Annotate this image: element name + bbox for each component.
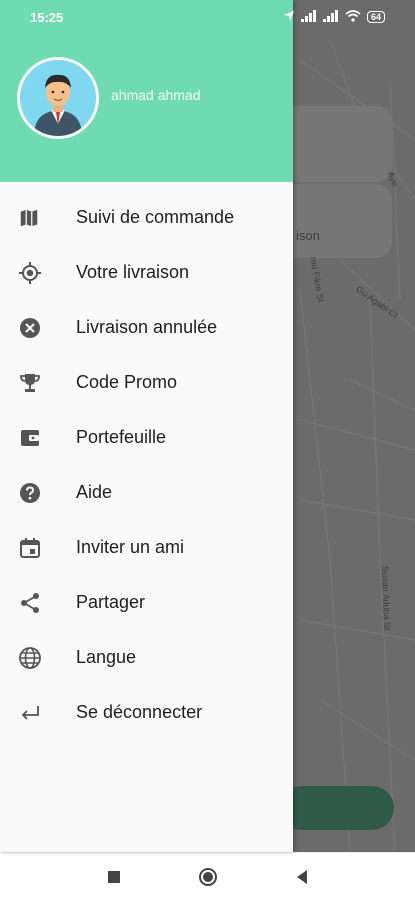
- menu-item-label: Code Promo: [76, 372, 178, 392]
- menu-item-label: Inviter un ami: [76, 537, 185, 557]
- menu-item-se-deconnecter[interactable]: Se déconnecter: [0, 685, 293, 740]
- battery-indicator: 64: [366, 11, 385, 23]
- recent-apps-icon[interactable]: [102, 865, 126, 889]
- cancel-circle-icon: [0, 316, 76, 340]
- logout-arrow-icon: [0, 701, 76, 725]
- menu-item-label: Votre livraison: [76, 262, 190, 282]
- status-time: 15:25: [30, 9, 64, 25]
- location-target-icon: [0, 261, 76, 285]
- menu-item-portefeuille[interactable]: Portefeuille: [0, 410, 293, 465]
- navigation-drawer[interactable]: ahmad ahmad Suivi de commande Votre livr…: [0, 0, 293, 852]
- user-name: ahmad ahmad: [111, 87, 201, 103]
- menu-item-label: Suivi de commande: [76, 207, 235, 227]
- map-card-label: ison: [296, 228, 320, 243]
- signal-icon: [300, 9, 317, 25]
- share-icon: [0, 591, 76, 615]
- menu-item-langue[interactable]: Langue: [0, 630, 293, 685]
- menu-item-inviter-ami[interactable]: Inviter un ami: [0, 520, 293, 575]
- menu-item-code-promo[interactable]: Code Promo: [0, 355, 293, 410]
- map-icon: [0, 207, 76, 229]
- map-action-button[interactable]: [280, 786, 394, 830]
- status-bar: 15:25 64: [0, 0, 415, 34]
- menu-item-aide[interactable]: Aide: [0, 465, 293, 520]
- globe-icon: [0, 646, 76, 670]
- back-icon[interactable]: [290, 865, 314, 889]
- menu-item-partager[interactable]: Partager: [0, 575, 293, 630]
- trophy-icon: [0, 371, 76, 395]
- calendar-icon: [0, 536, 76, 560]
- menu-item-votre-livraison[interactable]: Votre livraison: [0, 245, 293, 300]
- menu-item-label: Aide: [76, 482, 113, 502]
- wallet-icon: [0, 426, 76, 450]
- menu-item-suivi-commande[interactable]: Suivi de commande: [0, 190, 293, 245]
- menu-item-label: Partager: [76, 592, 146, 612]
- user-avatar-icon: [20, 60, 96, 136]
- help-icon: [0, 481, 76, 505]
- signal-icon: [322, 9, 339, 25]
- location-arrow-icon: [283, 10, 295, 25]
- avatar[interactable]: [17, 57, 99, 139]
- wifi-icon: [345, 9, 361, 25]
- drawer-menu: Suivi de commande Votre livraison Livrai…: [0, 182, 293, 740]
- menu-item-label: Se déconnecter: [76, 702, 203, 722]
- menu-item-livraison-annulee[interactable]: Livraison annulée: [0, 300, 293, 355]
- menu-item-label: Livraison annulée: [76, 317, 218, 337]
- system-navigation-bar: [0, 852, 415, 900]
- home-icon[interactable]: [196, 865, 220, 889]
- menu-item-label: Portefeuille: [76, 427, 167, 447]
- menu-item-label: Langue: [76, 647, 137, 667]
